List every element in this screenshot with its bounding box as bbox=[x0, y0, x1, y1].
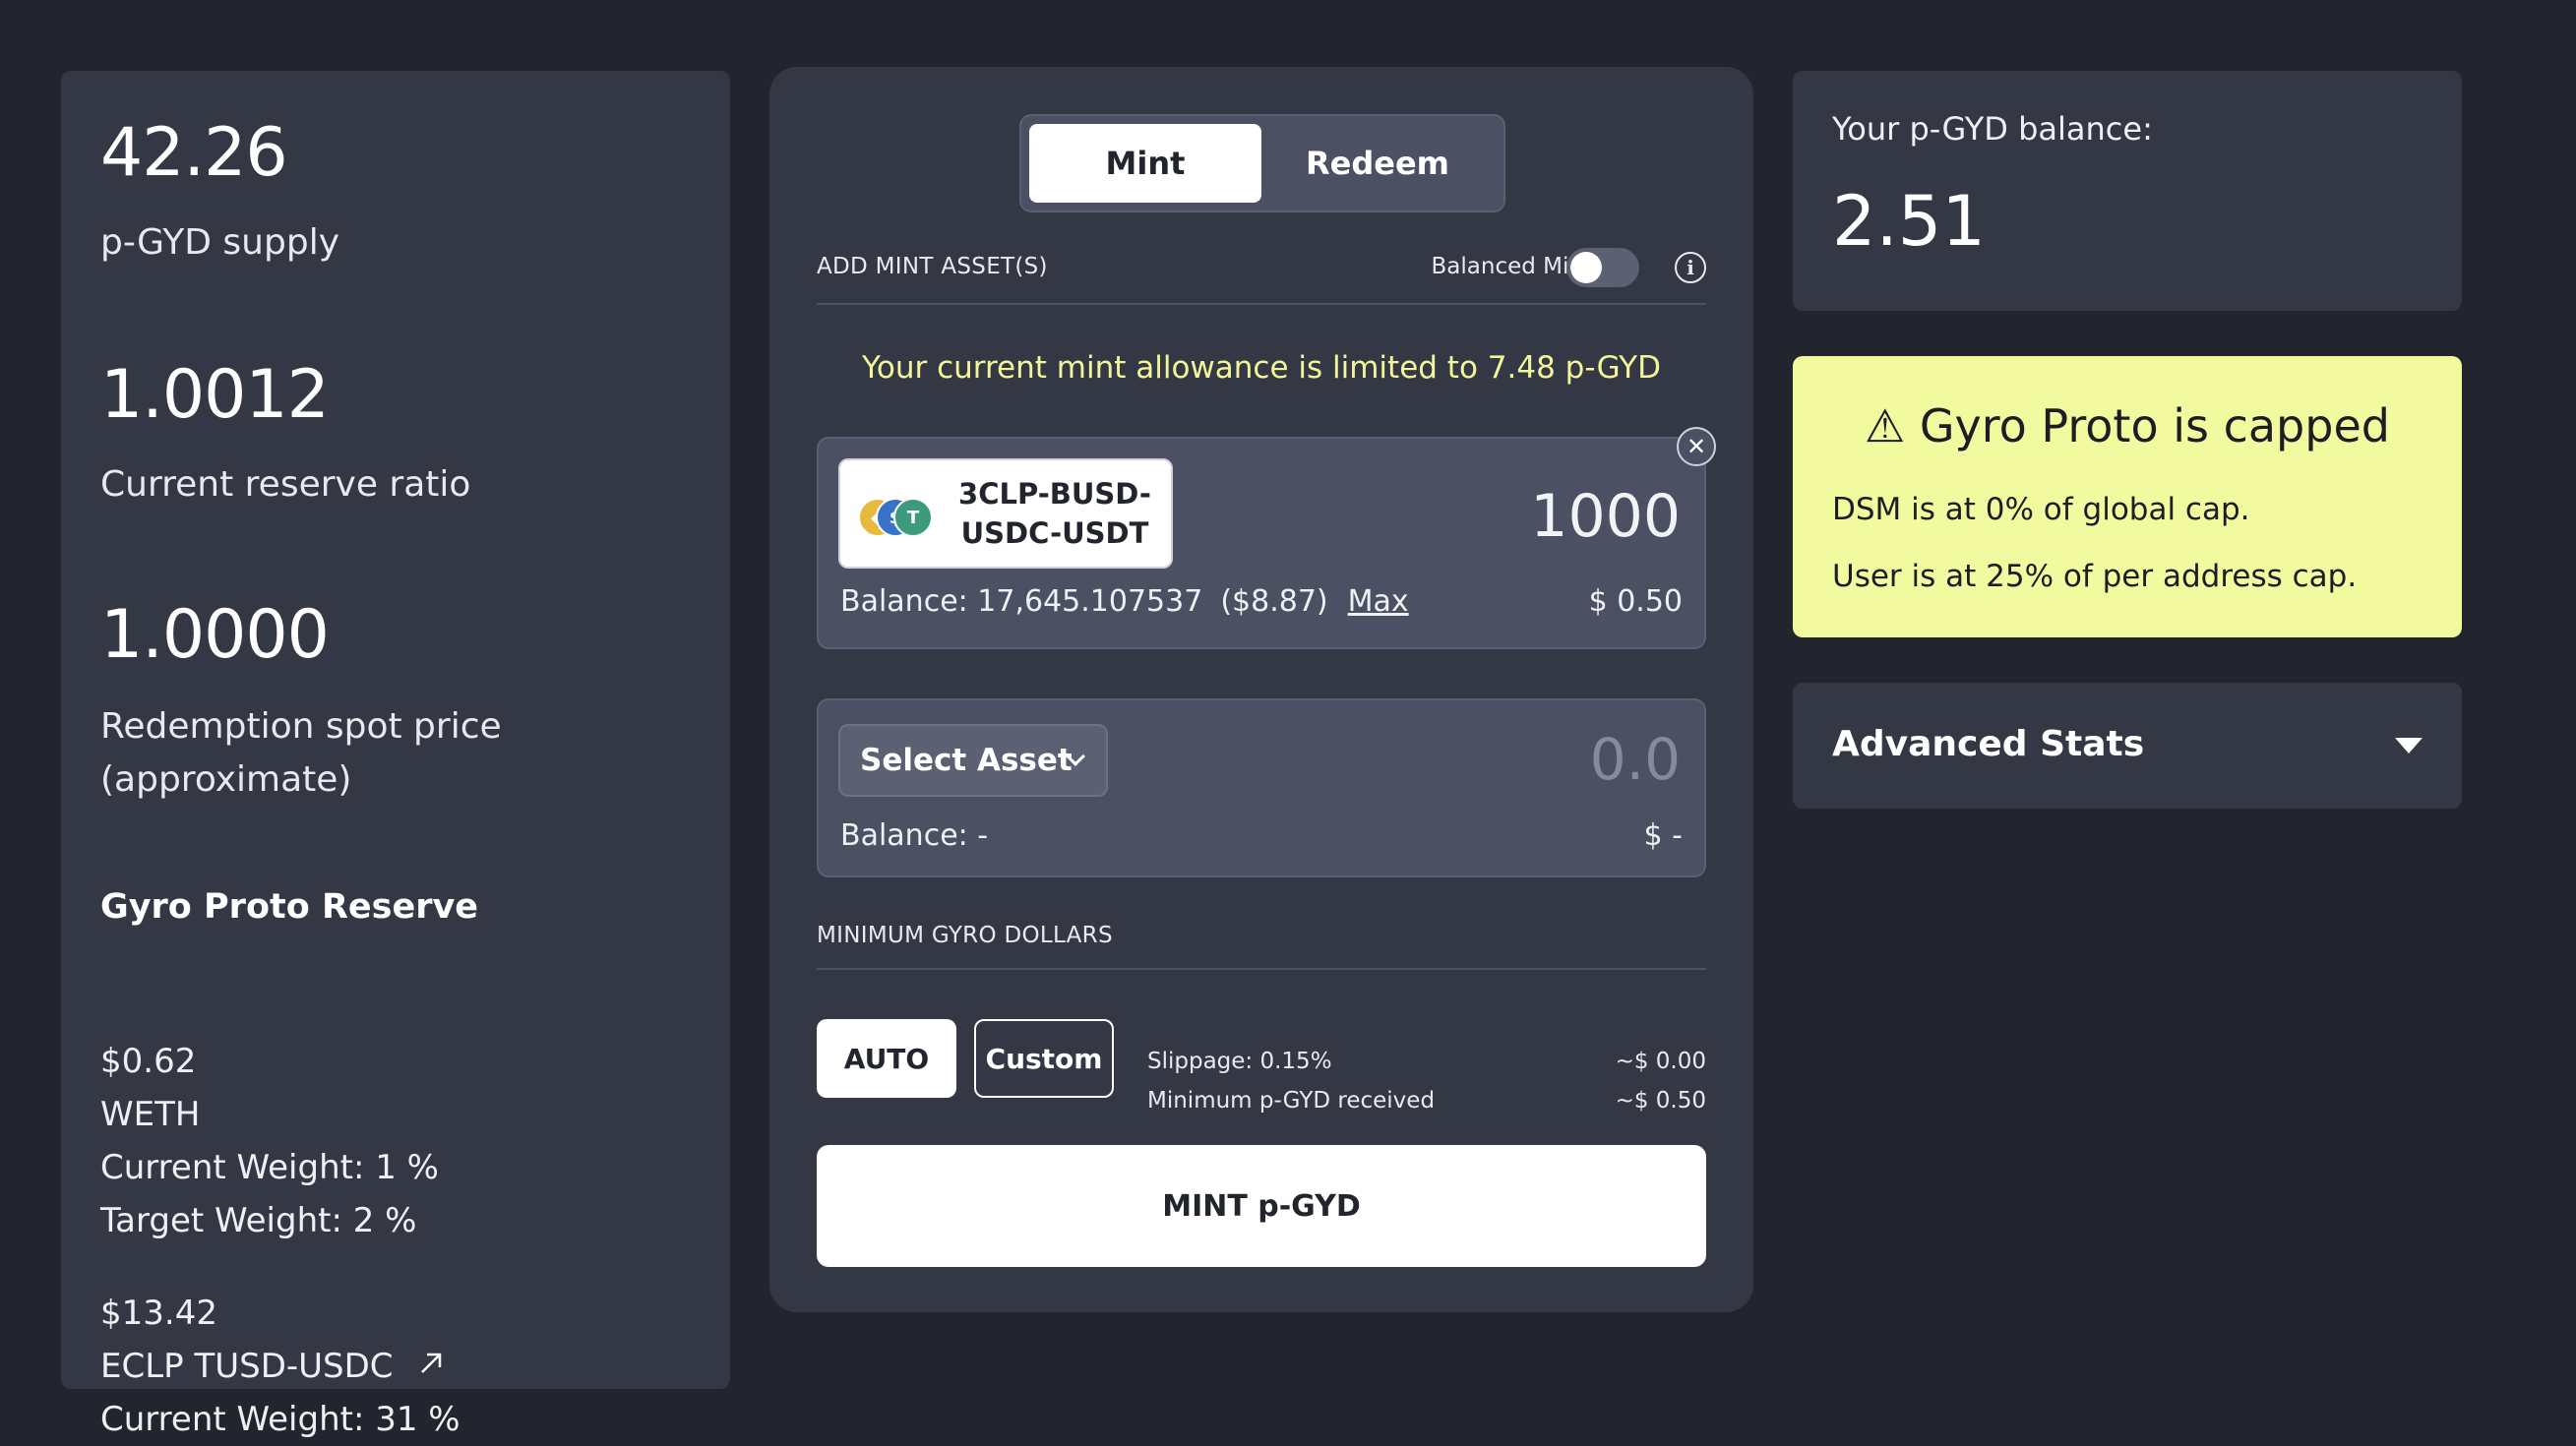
select-asset-dropdown[interactable]: Select Asset bbox=[838, 724, 1108, 797]
spot-price-label-line1: Redemption spot price bbox=[100, 706, 502, 747]
reserve-asset-current-weight: Current Weight: 1 % bbox=[100, 1148, 439, 1187]
stats-panel: 42.26 p-GYD supply 1.0012 Current reserv… bbox=[61, 71, 730, 1439]
min-received-value: ~$ 0.50 bbox=[1615, 1088, 1706, 1114]
close-icon[interactable]: ✕ bbox=[1677, 427, 1716, 466]
amount-input[interactable]: 0.0 bbox=[1590, 726, 1681, 793]
reserve-asset-target-weight: Target Weight: 2 % bbox=[100, 1201, 417, 1240]
info-icon[interactable]: i bbox=[1675, 252, 1706, 283]
balance-value: 2.51 bbox=[1832, 181, 1986, 262]
global-cap-text: DSM is at 0% of global cap. bbox=[1832, 492, 2250, 527]
reserve-asset-name[interactable]: ECLP TUSD-USDC bbox=[100, 1347, 394, 1386]
reserve-asset-name-row[interactable]: ECLP TUSD-USDC bbox=[100, 1340, 460, 1393]
advanced-stats-title: Advanced Stats bbox=[1832, 724, 2145, 764]
reserve-ratio-value: 1.0012 bbox=[100, 356, 330, 434]
caret-down-icon bbox=[2395, 738, 2423, 753]
usd-value: $ - bbox=[1643, 818, 1683, 853]
select-asset-label: Select Asset bbox=[860, 743, 1073, 778]
balance-card: Your p-GYD balance: 2.51 bbox=[1793, 71, 2462, 311]
reserve-ratio-label: Current reserve ratio bbox=[100, 464, 471, 505]
reserve-asset-current-weight: Current Weight: 31 % bbox=[100, 1400, 460, 1439]
balanced-mint-toggle[interactable] bbox=[1566, 248, 1639, 287]
custom-slippage-button[interactable]: Custom bbox=[974, 1019, 1114, 1098]
auto-slippage-button[interactable]: AUTO bbox=[817, 1019, 956, 1098]
slippage-row: Slippage: 0.15% ~$ 0.00 bbox=[1147, 1049, 1706, 1074]
slippage-value: ~$ 0.00 bbox=[1615, 1049, 1706, 1074]
min-received-label: Minimum p-GYD received bbox=[1147, 1088, 1436, 1114]
mint-asset-input-2: Select Asset 0.0 Balance: - $ - bbox=[817, 698, 1706, 877]
token-name-line1: 3CLP-BUSD- bbox=[958, 477, 1151, 511]
balance-usd: ($8.87) bbox=[1220, 584, 1328, 619]
token-name: 3CLP-BUSD- USDC-USDT bbox=[947, 474, 1163, 553]
token-name-line2: USDC-USDT bbox=[960, 516, 1149, 550]
address-cap-text: User is at 25% of per address cap. bbox=[1832, 559, 2358, 594]
toggle-knob bbox=[1570, 252, 1602, 283]
reserve-asset-eclp: $13.42 ECLP TUSD-USDC Current Weight: 31… bbox=[100, 1287, 460, 1446]
spot-price-value: 1.0000 bbox=[100, 596, 330, 674]
mint-allowance-notice: Your current mint allowance is limited t… bbox=[862, 350, 1661, 386]
reserve-asset-weth: $0.62 WETH Current Weight: 1 % Target We… bbox=[100, 1035, 439, 1247]
mint-asset-input-1: ◆ $ T 3CLP-BUSD- USDC-USDT 1000 Balance:… bbox=[817, 427, 1716, 649]
mint-redeem-tabs: Mint Redeem bbox=[1019, 114, 1505, 212]
slippage-label: Slippage: 0.15% bbox=[1147, 1049, 1332, 1074]
spot-price-label: Redemption spot price (approximate) bbox=[100, 700, 502, 807]
capped-title: ⚠ Gyro Proto is capped bbox=[1865, 399, 2390, 452]
capped-warning-card: ⚠ Gyro Proto is capped DSM is at 0% of g… bbox=[1793, 356, 2462, 637]
min-received-row: Minimum p-GYD received ~$ 0.50 bbox=[1147, 1088, 1706, 1114]
reserve-asset-name: WETH bbox=[100, 1095, 201, 1134]
balance-label: Balance: - bbox=[840, 818, 989, 853]
spot-price-label-line2: (approximate) bbox=[100, 759, 352, 800]
balance-row: Balance: 17,645.107537 ($8.87) Max $ 0.5… bbox=[840, 584, 1683, 619]
usd-value: $ 0.50 bbox=[1588, 584, 1683, 619]
reserve-title: Gyro Proto Reserve bbox=[100, 887, 479, 927]
usdt-coin-icon: T bbox=[893, 498, 933, 537]
supply-label: p-GYD supply bbox=[100, 222, 339, 263]
external-link-icon[interactable] bbox=[417, 1340, 445, 1393]
max-button[interactable]: Max bbox=[1348, 584, 1409, 619]
reserve-asset-amount: $13.42 bbox=[100, 1294, 217, 1333]
amount-input[interactable]: 1000 bbox=[1530, 482, 1681, 551]
balance-row: Balance: - $ - bbox=[840, 818, 1683, 853]
tab-mint[interactable]: Mint bbox=[1029, 124, 1261, 203]
minimum-gyro-dollars-header: MINIMUM GYRO DOLLARS bbox=[817, 923, 1706, 970]
tab-redeem[interactable]: Redeem bbox=[1261, 124, 1494, 203]
balance-label: Balance: 17,645.107537 bbox=[840, 584, 1203, 619]
reserve-asset-amount: $0.62 bbox=[100, 1042, 197, 1081]
mint-panel: Mint Redeem ADD MINT ASSET(S) Balanced M… bbox=[769, 67, 1753, 1312]
advanced-stats-toggle[interactable]: Advanced Stats bbox=[1793, 683, 2462, 809]
supply-value: 42.26 bbox=[100, 114, 288, 192]
balance-label: Your p-GYD balance: bbox=[1832, 110, 2153, 148]
mint-button[interactable]: MINT p-GYD bbox=[817, 1145, 1706, 1267]
token-selector[interactable]: ◆ $ T 3CLP-BUSD- USDC-USDT bbox=[838, 458, 1173, 569]
